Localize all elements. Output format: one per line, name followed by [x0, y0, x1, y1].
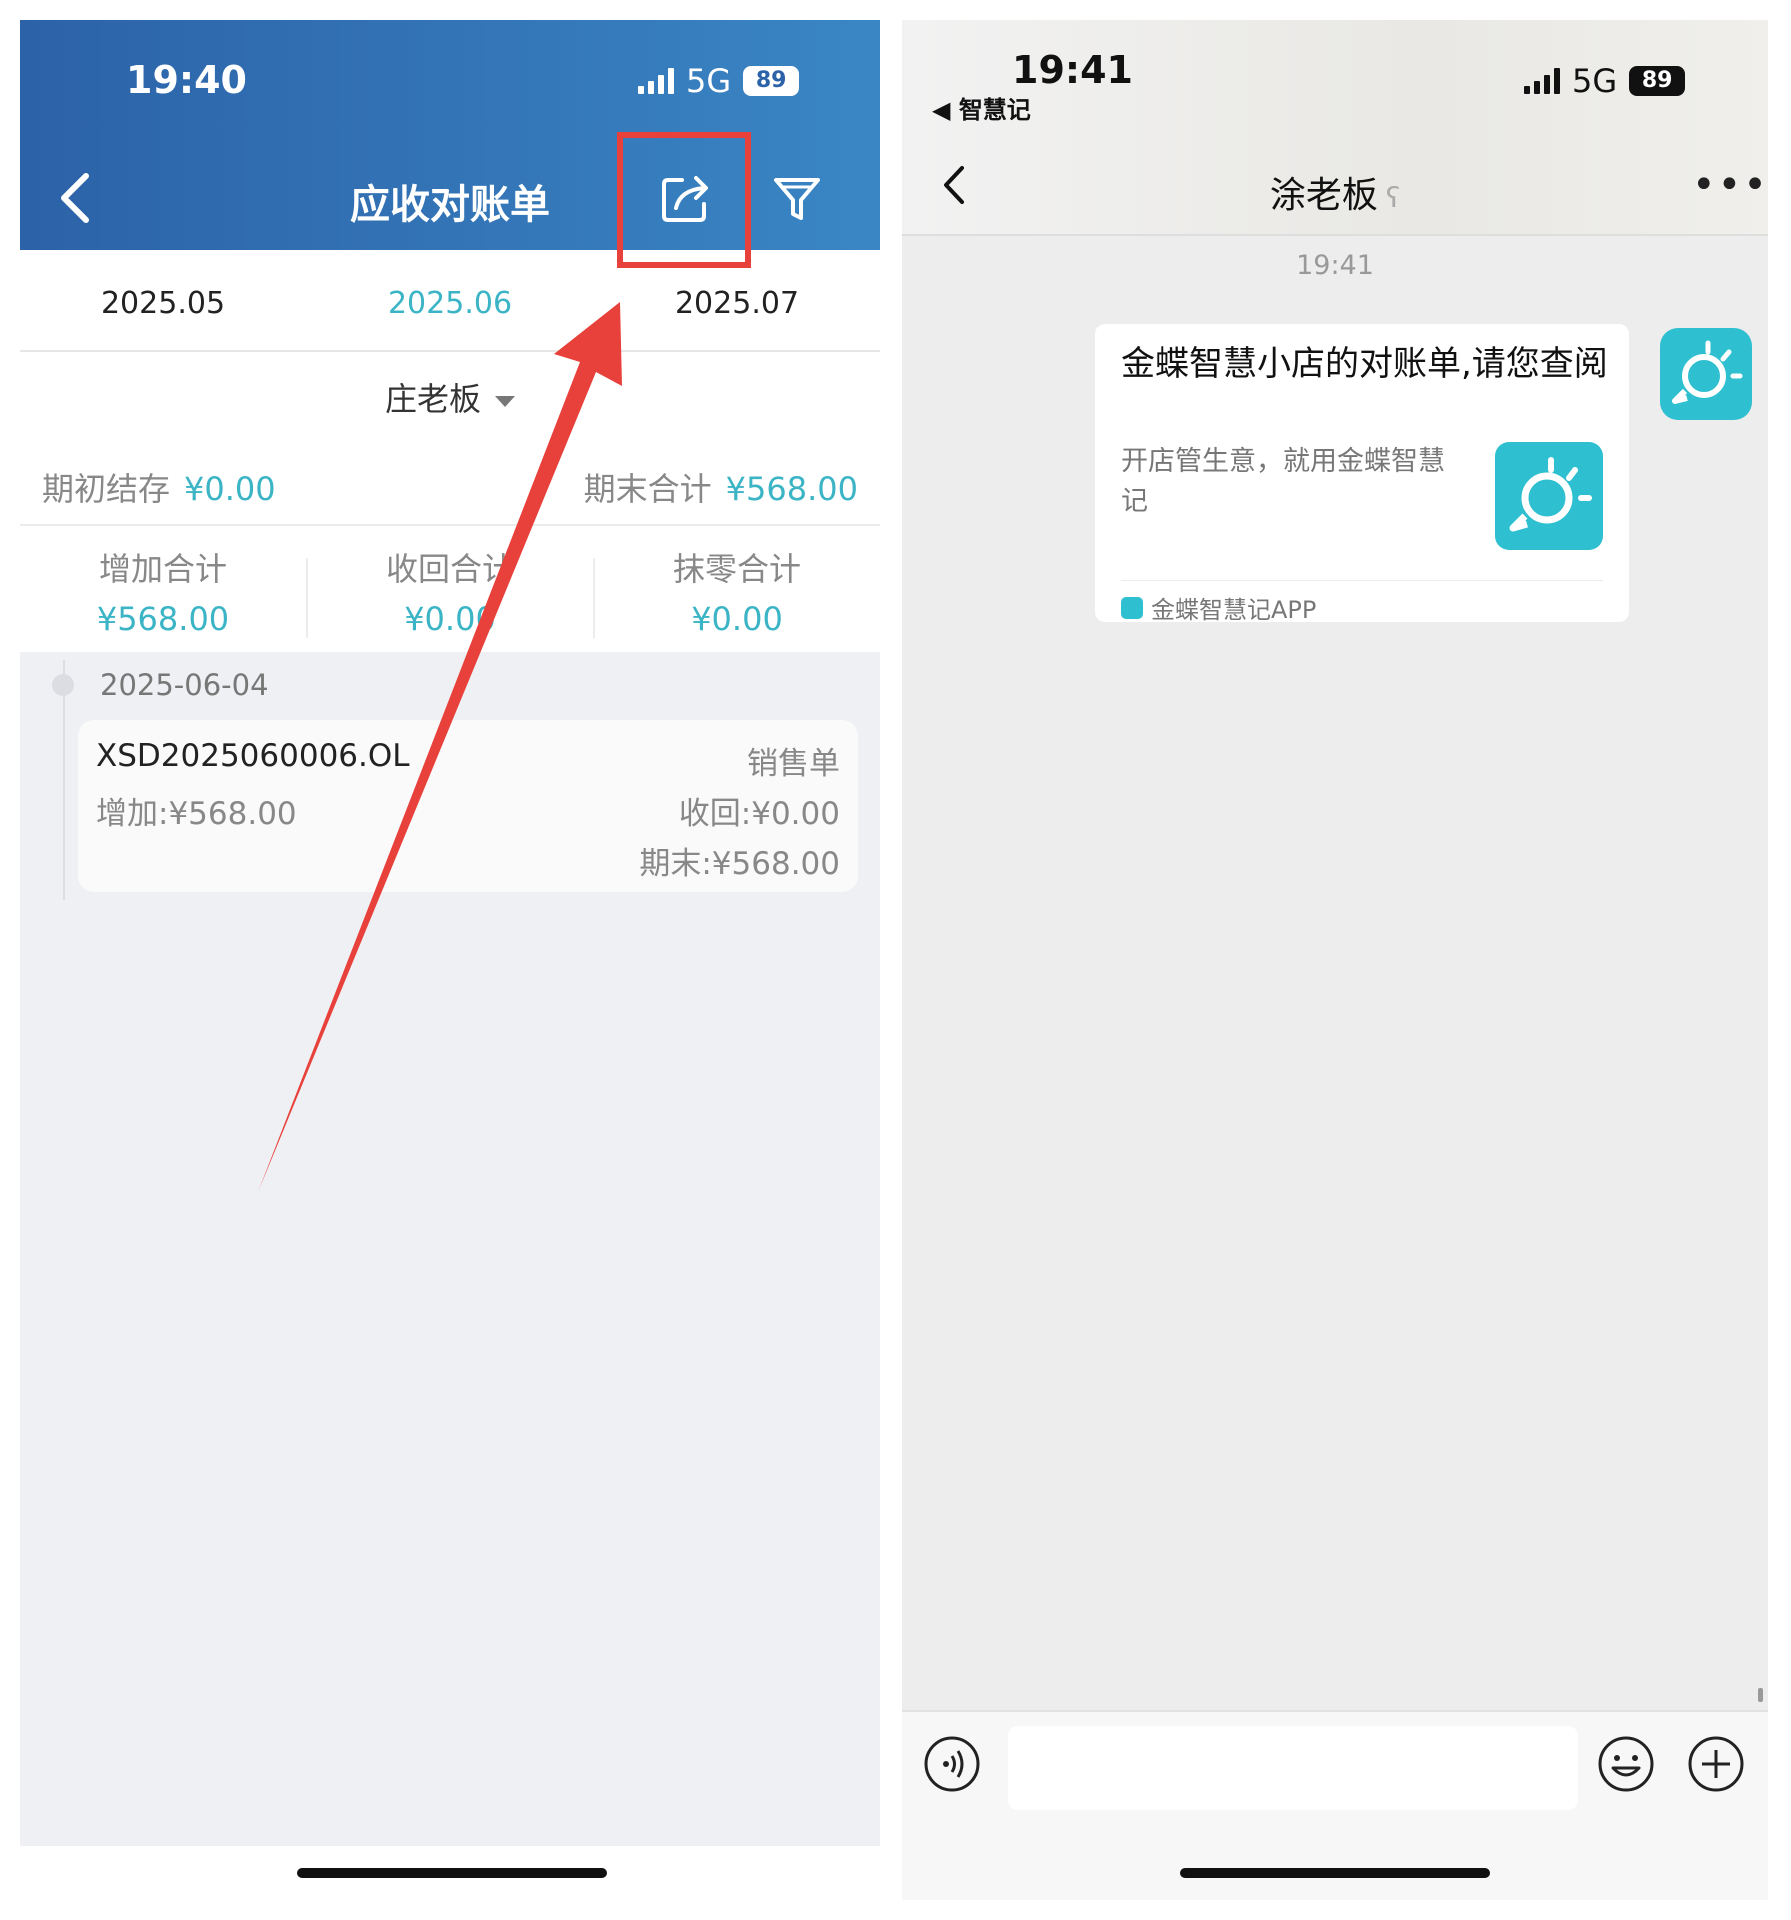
opening-balance: 期初结存 ¥0.00: [42, 464, 276, 510]
customer-selector[interactable]: 庄老板: [20, 374, 880, 420]
record-received: 收回:¥0.00: [678, 796, 840, 832]
signal-icon: [638, 68, 674, 94]
home-indicator: [297, 1868, 607, 1878]
stat-received: 收回合计 ¥0.00: [307, 544, 593, 638]
month-tab-current[interactable]: 2025.06: [307, 286, 593, 321]
emoji-icon[interactable]: [1596, 1734, 1656, 1794]
network-label: 5G: [686, 62, 732, 100]
month-tab-next[interactable]: 2025.07: [594, 286, 880, 321]
shared-link-card[interactable]: 金蝶智慧小店的对账单,请您查阅 开店管生意，就用金蝶智慧记 金蝶智慧记APP: [1095, 324, 1629, 625]
timeline-dot: [52, 674, 74, 696]
sender-avatar[interactable]: [1660, 328, 1752, 420]
card-title: 金蝶智慧小店的对账单,请您查阅: [1121, 344, 1608, 384]
summary-panel: 庄老板 期初结存 ¥0.00 期末合计 ¥568.00 增加合计 ¥568.00 收…: [20, 352, 880, 652]
signal-icon: [1524, 68, 1560, 94]
card-source-label: 金蝶智慧记APP: [1151, 596, 1317, 624]
page-title: 应收对账单: [350, 182, 550, 228]
stat-label: 抹零合计: [672, 550, 801, 588]
divider: [20, 524, 880, 526]
stat-label: 增加合计: [98, 550, 227, 588]
month-selector: 2025.05 2025.06 2025.07: [20, 250, 880, 352]
network-label: 5G: [1572, 62, 1618, 100]
closing-balance-value: ¥568.00: [725, 470, 858, 508]
scrollbar[interactable]: [1758, 1688, 1763, 1702]
bulb-logo-icon: [1495, 442, 1603, 550]
dropdown-caret-icon: [495, 395, 515, 407]
month-tab-prev[interactable]: 2025.05: [20, 286, 306, 321]
stat-value: ¥0.00: [691, 600, 783, 638]
left-screen-reconciliation: 19:40 5G 89 应收对账单 2025.05 2025.06 2025.0…: [20, 20, 880, 1900]
stat-label: 收回合计: [385, 550, 514, 588]
stat-value: ¥568.00: [96, 600, 230, 638]
ear-mode-icon: ʕ: [1385, 181, 1401, 214]
chat-timestamp: 19:41: [1296, 250, 1374, 281]
chat-title: 涂老板 ʕ: [902, 166, 1768, 218]
stat-increase: 增加合计 ¥568.00: [20, 544, 306, 638]
battery-icon: 89: [1629, 66, 1686, 96]
chat-header: 19:41 ◀ 智慧记 5G 89 涂老板 ʕ •••: [902, 20, 1768, 236]
status-time: 19:41: [1012, 48, 1133, 92]
share-highlight-box: [617, 132, 751, 268]
closing-balance-label: 期末合计: [583, 470, 712, 508]
record-type: 销售单: [747, 746, 840, 782]
divider: [1121, 580, 1603, 581]
battery-icon: 89: [743, 66, 800, 96]
card-source: 金蝶智慧记APP: [1121, 590, 1316, 625]
record-card[interactable]: XSD2025060006.OL 销售单 增加:¥568.00 收回:¥0.00…: [78, 720, 858, 892]
message-input[interactable]: [1008, 1726, 1578, 1810]
card-description: 开店管生意，就用金蝶智慧记: [1121, 446, 1445, 517]
record-increase: 增加:¥568.00: [96, 796, 297, 832]
more-icon[interactable]: •••: [1692, 162, 1768, 208]
contact-name: 涂老板: [1269, 175, 1378, 216]
plus-circle-icon[interactable]: [1686, 1734, 1746, 1794]
stat-rounding: 抹零合计 ¥0.00: [594, 544, 880, 638]
record-ending: 期末:¥568.00: [639, 846, 840, 882]
opening-balance-value: ¥0.00: [184, 470, 276, 508]
timeline-line: [63, 660, 65, 900]
filter-icon[interactable]: [772, 174, 822, 224]
left-header: 19:40 5G 89 应收对账单: [20, 20, 880, 250]
stat-value: ¥0.00: [404, 600, 496, 638]
voice-icon[interactable]: [922, 1734, 982, 1794]
closing-balance: 期末合计 ¥568.00: [584, 464, 858, 510]
status-indicators: 5G 89: [1524, 62, 1686, 100]
record-number: XSD2025060006.OL: [96, 738, 410, 774]
status-indicators: 5G 89: [638, 62, 800, 100]
home-indicator: [1180, 1868, 1490, 1878]
timeline-date: 2025-06-04: [100, 668, 269, 702]
right-screen-chat: 19:41 ◀ 智慧记 5G 89 涂老板 ʕ ••• 19:41 金蝶智慧小店的…: [902, 20, 1768, 1900]
status-time: 19:40: [126, 58, 247, 102]
customer-name: 庄老板: [384, 380, 481, 418]
opening-balance-label: 期初结存: [42, 470, 171, 508]
back-to-app-link[interactable]: ◀ 智慧记: [932, 90, 1031, 125]
app-logo-icon: [1121, 596, 1143, 619]
